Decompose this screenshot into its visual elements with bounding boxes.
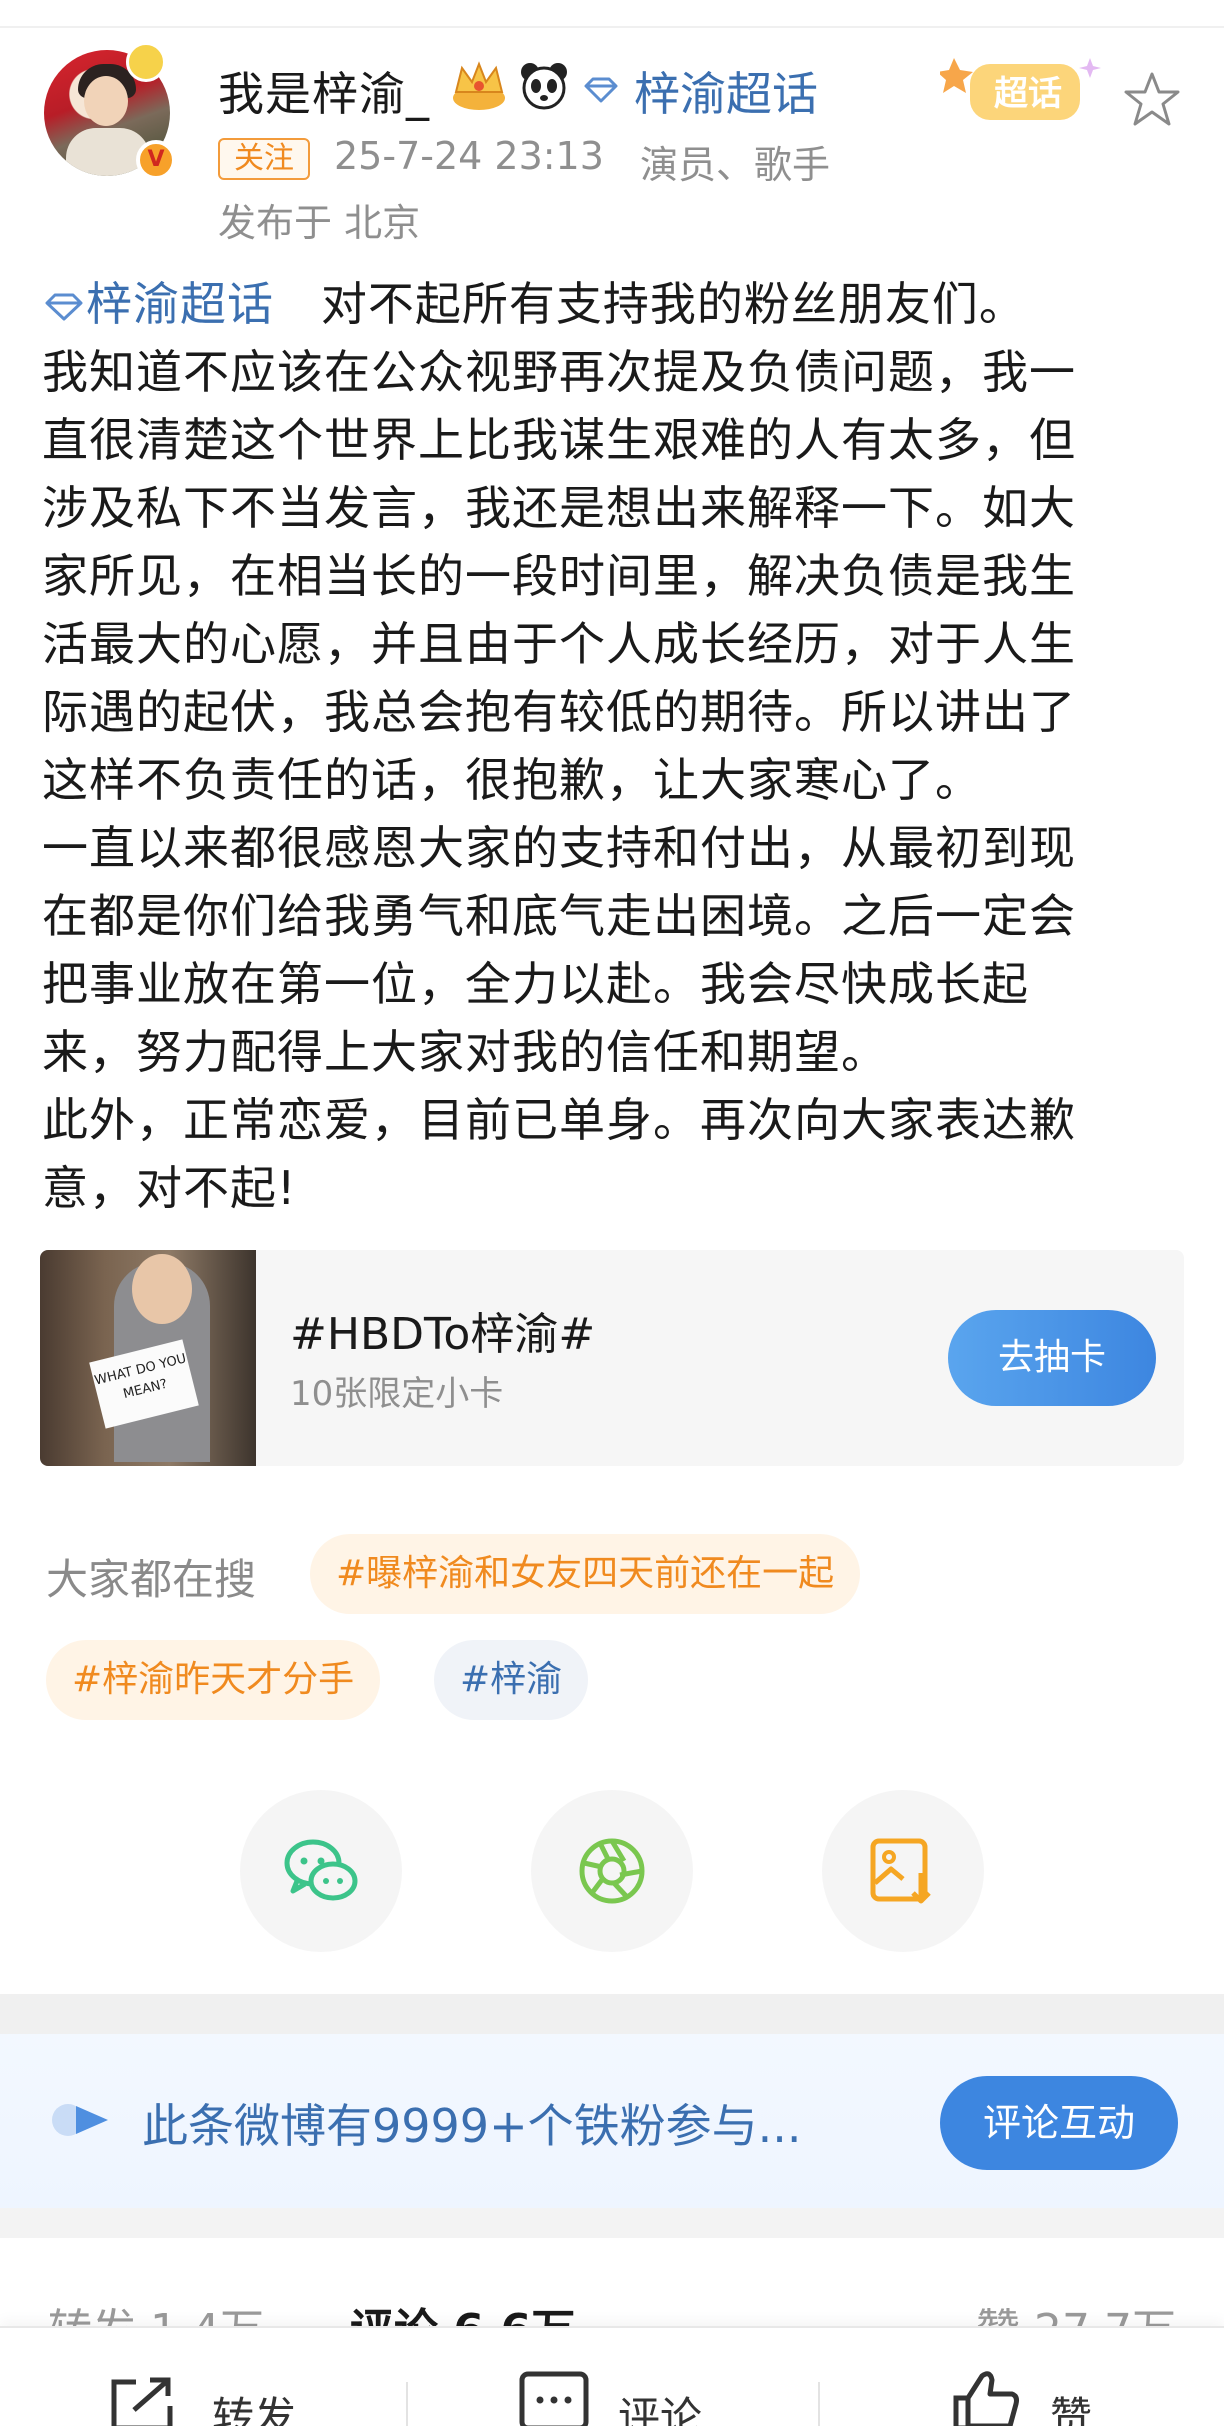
draw-card-button[interactable]: 去抽卡: [948, 1310, 1156, 1406]
post-text-line: 际遇的起伏，我总会抱有较低的期待。所以讲出了: [42, 685, 1076, 739]
post-text-line: 意，对不起!: [42, 1161, 297, 1215]
comment-label: 评论: [618, 2393, 703, 2426]
thumbs-up-icon: [953, 2371, 1019, 2426]
share-wechat-button[interactable]: [240, 1790, 402, 1952]
save-image-button[interactable]: [822, 1790, 984, 1952]
fans-indicator-icon: [52, 2104, 108, 2136]
post-text-line: 涉及私下不当发言，我还是想出来解释一下。如大: [42, 481, 1076, 535]
post-body: 梓渝超话 对不起所有支持我的粉丝朋友们。 我知道不应该在公众视野再次提及负债问题…: [42, 270, 1192, 1222]
super-topic-gem-icon: [45, 293, 83, 321]
super-topic-link[interactable]: 梓渝超话: [634, 58, 818, 124]
section-divider: [0, 1994, 1224, 2034]
post-text-line: 这样不负责任的话，很抱歉，让大家寒心了。: [42, 753, 982, 807]
super-badge-text: 超话: [994, 74, 1062, 114]
post-text-line: 此外，正常恋爱，目前已单身。再次向大家表达歉: [42, 1093, 1076, 1147]
post-location: 发布于 北京: [218, 201, 421, 245]
super-topic-badge-icon[interactable]: 超话: [940, 50, 1110, 136]
post-text-line: 我知道不应该在公众视野再次提及负债问题，我一: [42, 345, 1076, 399]
engagement-tabs: 转发 1.4万 评论 6.6万 赞 27.7万: [0, 2238, 1224, 2328]
topic-card-subtitle: 10张限定小卡: [290, 1374, 504, 1414]
tab-likes[interactable]: 赞 27.7万: [976, 2294, 1176, 2328]
bottom-action-bar: 转发 评论 赞: [0, 2326, 1224, 2426]
repost-label: 转发: [212, 2393, 297, 2426]
trending-search-label: 大家都在搜: [46, 1555, 257, 1604]
comment-icon: [519, 2371, 589, 2426]
comment-interact-button[interactable]: 评论互动: [940, 2076, 1178, 2170]
action-separator: [406, 2382, 408, 2426]
post-text-line: 来，努力配得上大家对我的信任和期望。: [42, 1025, 888, 1079]
repost-icon: [111, 2377, 173, 2426]
section-divider: [0, 2208, 1224, 2238]
topic-card[interactable]: WHAT DO YOU MEAN? #HBDTo梓渝# 10张限定小卡 去抽卡: [40, 1250, 1184, 1466]
crown-badge-icon[interactable]: [448, 58, 510, 112]
avatar-decoration-icon: [126, 42, 166, 82]
iron-fans-text[interactable]: 此条微博有9999+个铁粉参与...: [142, 2090, 801, 2156]
like-button[interactable]: 赞: [950, 2328, 1150, 2426]
status-divider: [0, 0, 1224, 28]
topic-card-image: WHAT DO YOU MEAN?: [40, 1250, 256, 1466]
favorite-star-icon[interactable]: [1120, 68, 1184, 132]
super-topic-gem-icon: [584, 77, 618, 103]
post-text-line: 在都是你们给我勇气和底气走出困境。之后一定会: [42, 889, 1076, 943]
panda-badge-icon[interactable]: [518, 60, 570, 112]
comment-button[interactable]: 评论: [518, 2328, 778, 2426]
post-text-line: 家所见，在相当长的一段时间里，解决负债是我生: [42, 549, 1076, 603]
topic-card-title: #HBDTo梓渝#: [290, 1309, 596, 1360]
post-text-line: 把事业放在第一位，全力以赴。我会尽快成长起: [42, 957, 1029, 1011]
follow-button[interactable]: 关注: [218, 138, 310, 180]
user-role: 演员、歌手: [640, 143, 831, 187]
trending-search-chip[interactable]: #梓渝昨天才分手: [46, 1640, 381, 1720]
verified-icon: V: [136, 140, 176, 180]
post-text-line: 一直以来都很感恩大家的支持和付出，从最初到现: [42, 821, 1076, 875]
post-line-first: 梓渝超话 对不起所有支持我的粉丝朋友们。: [42, 270, 1192, 338]
post-text-line: 活最大的心愿，并且由于个人成长经历，对于人生: [42, 617, 1076, 671]
post-header: V 我是梓渝_ 梓渝超话 超话 关注 25-7-24 23:13 演员、歌手 发…: [0, 28, 1224, 258]
trending-search-chip[interactable]: #曝梓渝和女友四天前还在一起: [310, 1534, 861, 1614]
post-text-line: 直很清楚这个世界上比我谋生艰难的人有太多，但: [42, 413, 1076, 467]
username[interactable]: 我是梓渝_: [218, 58, 430, 124]
post-timestamp: 25-7-24 23:13: [334, 134, 604, 178]
share-moments-button[interactable]: [531, 1790, 693, 1952]
post-text: 对不起所有支持我的粉丝朋友们。: [320, 277, 1026, 331]
trending-search-chip[interactable]: #梓渝: [434, 1640, 589, 1720]
action-separator: [818, 2382, 820, 2426]
repost-button[interactable]: 转发: [106, 2328, 366, 2426]
tab-reposts[interactable]: 转发 1.4万: [48, 2294, 264, 2328]
wechat-icon: [284, 1839, 358, 1901]
save-image-icon: [870, 1838, 931, 1904]
like-label: 赞: [1050, 2393, 1093, 2426]
topic-tag-link[interactable]: 梓渝超话: [42, 277, 274, 331]
iron-fans-banner: 此条微博有9999+个铁粉参与... 评论互动: [0, 2034, 1224, 2208]
tab-comments[interactable]: 评论 6.6万: [350, 2294, 575, 2328]
moments-icon: [579, 1838, 645, 1904]
